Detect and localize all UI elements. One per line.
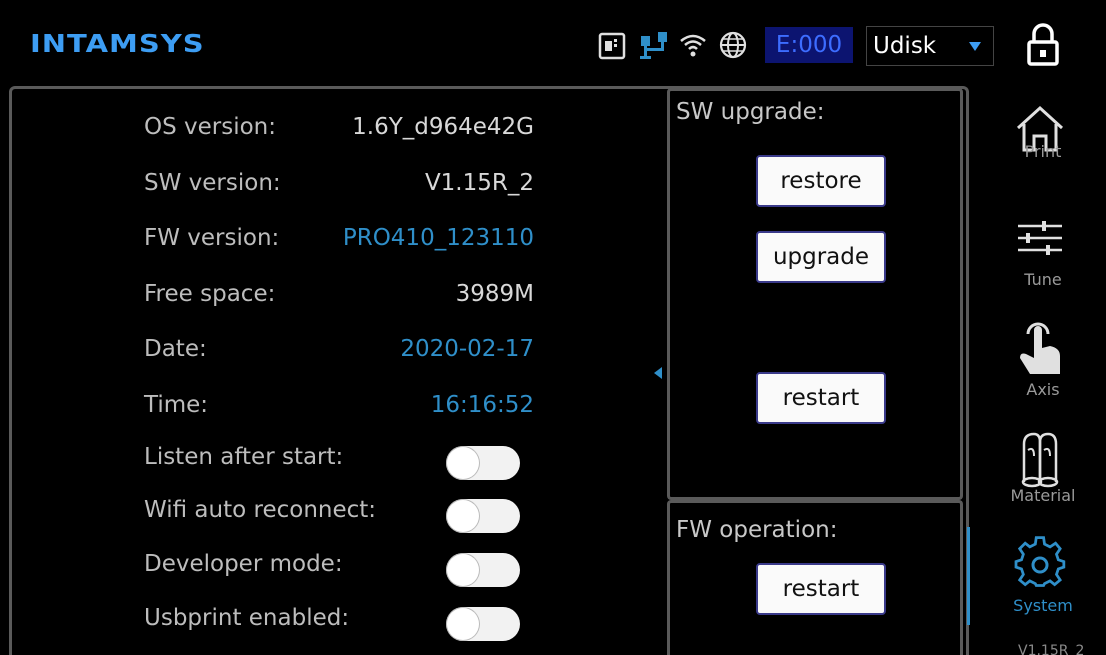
- nav-label-print: Print: [1024, 142, 1062, 161]
- os-version-value: 1.6Y_d964e42G: [352, 114, 534, 140]
- developer-mode-label: Developer mode:: [144, 551, 343, 577]
- nav-label-system: System: [1013, 596, 1073, 615]
- fw-version-label: FW version:: [144, 225, 280, 251]
- app-version-label: V1.15R_2: [1018, 643, 1085, 655]
- sliders-icon: [1018, 221, 1062, 255]
- date-row: Date: 2020-02-17: [144, 336, 534, 376]
- sw-upgrade-panel: SW upgrade: restore upgrade restart: [667, 88, 963, 500]
- developer-mode-row: Developer mode:: [144, 551, 524, 595]
- chevron-down-icon: [969, 42, 981, 51]
- ethernet-computer-icon: [640, 32, 667, 59]
- nav-item-material[interactable]: Material: [970, 430, 1106, 540]
- fw-version-row: FW version: PRO410_123110: [144, 225, 534, 265]
- storage-select-value: Udisk: [873, 33, 937, 59]
- sw-version-value: V1.15R_2: [424, 170, 534, 196]
- usbprint-enabled-row: Usbprint enabled:: [144, 605, 524, 649]
- nav-item-axis[interactable]: Axis: [970, 318, 1106, 428]
- listen-after-start-toggle[interactable]: [446, 446, 520, 480]
- fw-restart-button[interactable]: restart: [756, 563, 886, 615]
- os-version-label: OS version:: [144, 114, 277, 140]
- free-space-value: 3989M: [455, 281, 534, 307]
- time-value[interactable]: 16:16:52: [431, 392, 534, 418]
- usbprint-enabled-toggle[interactable]: [446, 607, 520, 641]
- nav-label-material: Material: [1010, 486, 1076, 505]
- error-code-badge[interactable]: E:000: [765, 27, 853, 63]
- wifi-auto-reconnect-row: Wifi auto reconnect:: [144, 497, 524, 541]
- listen-after-start-label: Listen after start:: [144, 444, 344, 470]
- usb-drive-icon: [598, 32, 626, 60]
- lock-icon[interactable]: [1026, 22, 1060, 66]
- nav-label-axis: Axis: [1026, 380, 1060, 399]
- hand-pointer-icon: [1020, 322, 1060, 374]
- date-value[interactable]: 2020-02-17: [400, 336, 534, 362]
- chevron-left-icon[interactable]: [654, 367, 662, 379]
- free-space-row: Free space: 3989M: [144, 281, 534, 321]
- top-bar: INTAMSYS E:000 Udisk: [0, 0, 1106, 84]
- time-row: Time: 16:16:52: [144, 392, 534, 432]
- sw-version-label: SW version:: [144, 170, 281, 196]
- usbprint-enabled-label: Usbprint enabled:: [144, 605, 350, 631]
- filament-icon: [1021, 432, 1059, 488]
- nav-item-print[interactable]: Print: [970, 104, 1106, 214]
- free-space-label: Free space:: [144, 281, 276, 307]
- restore-button[interactable]: restore: [756, 155, 886, 207]
- nav-item-tune[interactable]: Tune: [970, 218, 1106, 328]
- gear-icon: [1014, 536, 1066, 587]
- main-nav: Print Tune Axis Material System: [970, 86, 1106, 655]
- storage-select[interactable]: Udisk: [866, 26, 994, 66]
- toggle-knob: [447, 447, 479, 479]
- date-label: Date:: [144, 336, 207, 362]
- wifi-auto-reconnect-label: Wifi auto reconnect:: [144, 497, 377, 523]
- listen-after-start-row: Listen after start:: [144, 444, 524, 488]
- developer-mode-toggle[interactable]: [446, 553, 520, 587]
- sw-version-row: SW version: V1.15R_2: [144, 170, 534, 210]
- brand-logo: INTAMSYS: [30, 29, 205, 58]
- fw-version-value[interactable]: PRO410_123110: [343, 225, 534, 251]
- toggle-knob: [447, 554, 479, 586]
- nav-item-system[interactable]: System: [970, 536, 1106, 646]
- globe-icon: [719, 31, 747, 59]
- upgrade-button[interactable]: upgrade: [756, 231, 886, 283]
- fw-operation-panel: FW operation: restart: [667, 500, 963, 655]
- sw-restart-button[interactable]: restart: [756, 372, 886, 424]
- os-version-row: OS version: 1.6Y_d964e42G: [144, 114, 534, 154]
- wifi-auto-reconnect-toggle[interactable]: [446, 499, 520, 533]
- sw-upgrade-title: SW upgrade:: [676, 99, 825, 125]
- toggle-knob: [447, 500, 479, 532]
- fw-operation-title: FW operation:: [676, 517, 838, 543]
- wifi-icon: [680, 34, 706, 57]
- toggle-knob: [447, 608, 479, 640]
- time-label: Time:: [144, 392, 209, 418]
- nav-label-tune: Tune: [1024, 270, 1062, 289]
